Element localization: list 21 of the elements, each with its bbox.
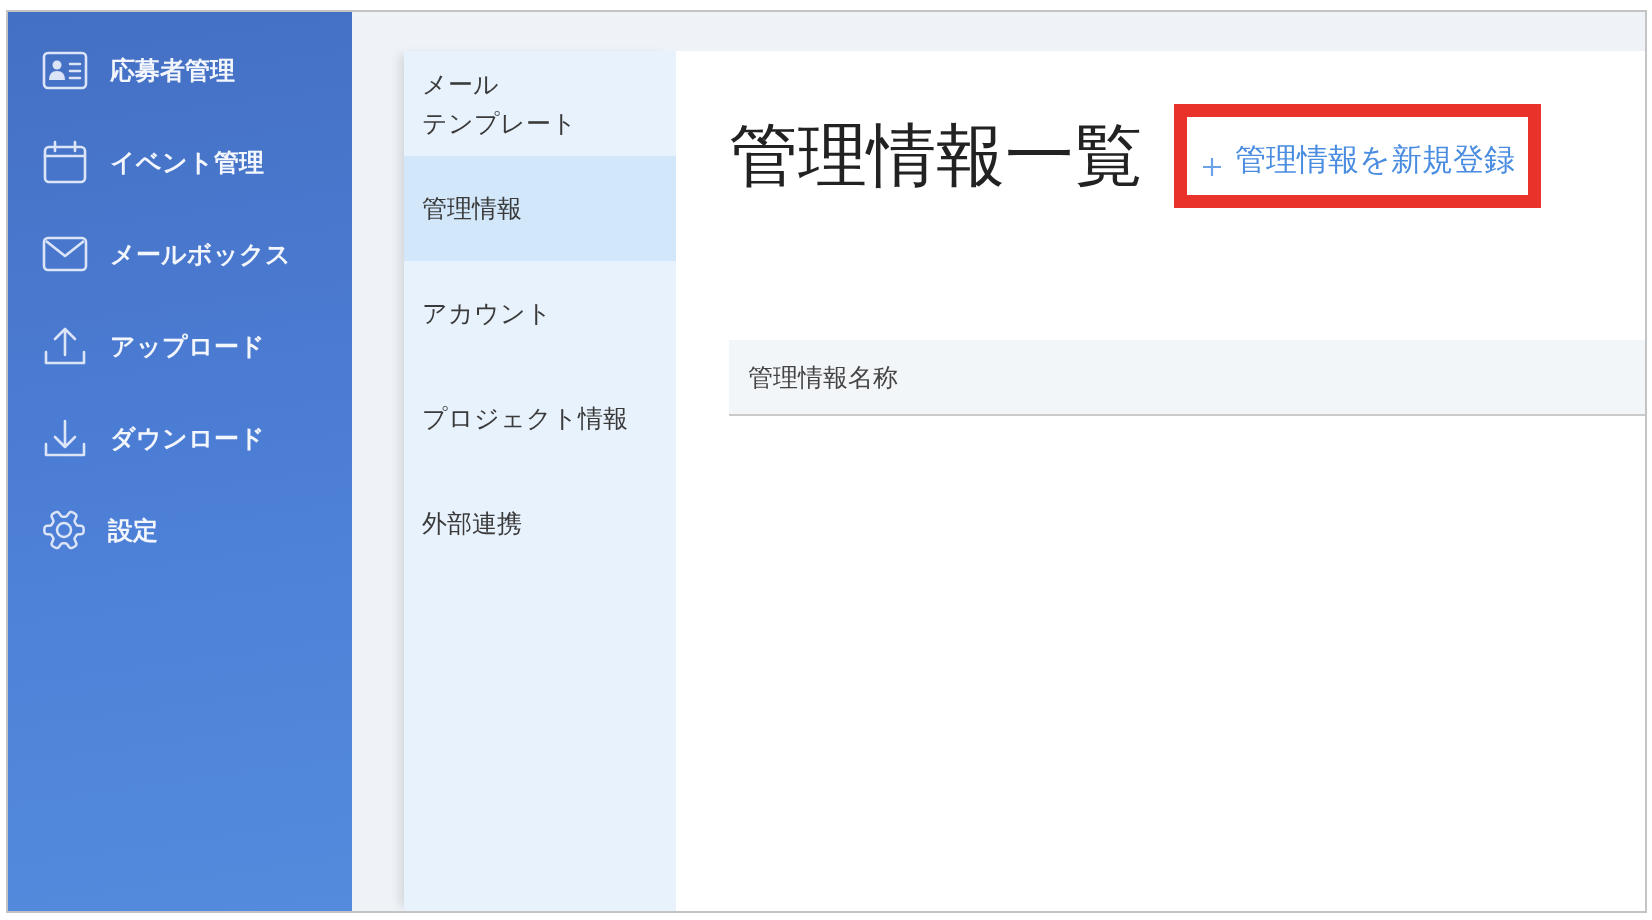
submenu-item[interactable]: アカウント	[404, 261, 676, 366]
plus-icon	[1202, 157, 1222, 177]
column-header: 管理情報名称	[748, 361, 898, 394]
page-title: 管理情報一覧	[729, 116, 1143, 196]
sidebar-item[interactable]: イベント管理	[8, 116, 352, 208]
calendar-icon	[42, 140, 88, 184]
add-button[interactable]: 管理情報を新規登録	[1187, 117, 1528, 195]
envelope-icon	[42, 236, 88, 272]
settings-icon	[42, 508, 86, 552]
sidebar-item[interactable]: アップロード	[8, 300, 352, 392]
submenu-item[interactable]: 管理情報	[404, 156, 676, 261]
submenu-item[interactable]: メールテンプレート	[404, 51, 676, 156]
submenu-item[interactable]: プロジェクト情報	[404, 366, 676, 471]
sidebar-item[interactable]: 設定	[8, 484, 352, 576]
download-icon	[42, 418, 88, 458]
id-card-icon	[42, 50, 88, 90]
submenu-item[interactable]: 外部連携	[404, 471, 676, 576]
upload-icon	[42, 326, 88, 366]
sidebar-item[interactable]: メールボックス	[8, 208, 352, 300]
sidebar-item[interactable]: ダウンロード	[8, 392, 352, 484]
sidebar-item[interactable]: 応募者管理	[8, 24, 352, 116]
